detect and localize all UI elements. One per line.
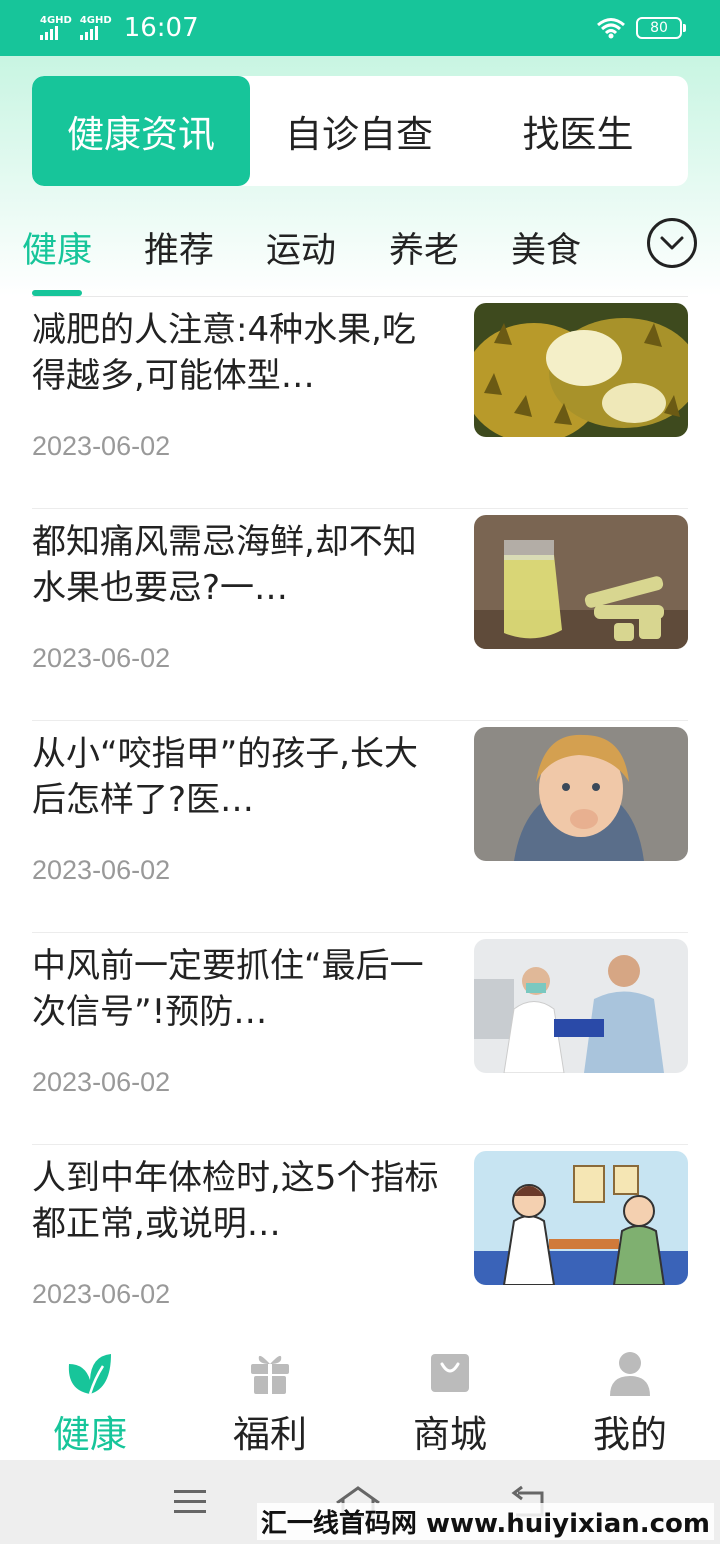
news-item[interactable]: 都知痛风需忌海鲜,却不知水果也要忌?一… 2023-06-02 bbox=[32, 509, 688, 721]
news-title: 都知痛风需忌海鲜,却不知水果也要忌?一… bbox=[32, 522, 417, 608]
signal-icon: 4GHD bbox=[40, 16, 72, 40]
news-date: 2023-06-02 bbox=[32, 855, 171, 885]
tab-find-doctor[interactable]: 找医生 bbox=[468, 76, 688, 186]
nav-label: 商城 bbox=[413, 1413, 487, 1456]
sugarcane-juice-photo bbox=[474, 515, 688, 649]
menu-icon[interactable] bbox=[172, 1487, 208, 1517]
shopping-bag-icon bbox=[431, 1354, 469, 1392]
user-icon bbox=[610, 1352, 650, 1396]
nav-item-mall[interactable]: 商城 bbox=[360, 1340, 540, 1460]
signal-icon: 4GHD bbox=[79, 16, 112, 40]
tab-self-check[interactable]: 自诊自查 bbox=[250, 76, 468, 186]
news-title: 从小“咬指甲”的孩子,长大后怎样了?医… bbox=[32, 734, 419, 820]
news-item[interactable]: 中风前一定要抓住“最后一次信号”!预防… 2023-06-02 bbox=[32, 933, 688, 1145]
nav-label: 我的 bbox=[593, 1413, 667, 1456]
leaf-icon bbox=[68, 1354, 111, 1395]
status-bar: 4GHD 4GHD 16:07 80 bbox=[0, 0, 720, 56]
expand-categories-button[interactable] bbox=[647, 218, 697, 268]
category-tab-food[interactable]: 美食 bbox=[511, 222, 581, 273]
nav-item-mine[interactable]: 我的 bbox=[540, 1340, 720, 1460]
doctor-patient-photo bbox=[474, 939, 688, 1073]
news-item[interactable]: 从小“咬指甲”的孩子,长大后怎样了?医… 2023-06-02 bbox=[32, 721, 688, 933]
news-item[interactable]: 人到中年体检时,这5个指标都正常,或说明… 2023-06-02 bbox=[32, 1145, 688, 1357]
durian-photo bbox=[474, 303, 688, 437]
news-title: 中风前一定要抓住“最后一次信号”!预防… bbox=[32, 946, 424, 1032]
news-date: 2023-06-02 bbox=[32, 1067, 171, 1097]
nav-label: 福利 bbox=[233, 1413, 307, 1456]
battery-icon: 80 bbox=[636, 17, 686, 39]
category-tabs: 健康 推荐 运动 养老 美食 bbox=[0, 210, 720, 296]
watermark: 汇一线首码网 www.huiyixian.com bbox=[256, 1503, 714, 1540]
status-time: 16:07 bbox=[123, 13, 199, 43]
nurse-elderly-illustration bbox=[474, 1151, 688, 1285]
category-tab-recommend[interactable]: 推荐 bbox=[144, 222, 214, 273]
nav-item-welfare[interactable]: 福利 bbox=[180, 1340, 360, 1460]
news-title: 减肥的人注意:4种水果,吃得越多,可能体型… bbox=[32, 310, 416, 396]
category-tab-health[interactable]: 健康 bbox=[22, 222, 92, 273]
news-date: 2023-06-02 bbox=[32, 643, 171, 673]
news-title: 人到中年体检时,这5个指标都正常,或说明… bbox=[32, 1158, 439, 1244]
category-tab-elderly[interactable]: 养老 bbox=[389, 222, 459, 273]
child-biting-nails-photo bbox=[474, 727, 688, 861]
nav-item-health[interactable]: 健康 bbox=[0, 1340, 180, 1460]
news-item[interactable]: 减肥的人注意:4种水果,吃得越多,可能体型… 2023-06-02 bbox=[32, 297, 688, 509]
nav-label: 健康 bbox=[53, 1413, 127, 1456]
segment-tabs: 健康资讯 自诊自查 找医生 bbox=[32, 76, 688, 186]
bottom-nav: 健康 福利 商城 我的 bbox=[0, 1340, 720, 1460]
news-date: 2023-06-02 bbox=[32, 431, 171, 461]
news-list: 减肥的人注意:4种水果,吃得越多,可能体型… 2023-06-02 都知痛风需忌… bbox=[0, 297, 720, 1357]
chevron-down-icon bbox=[660, 236, 684, 250]
wifi-icon bbox=[597, 18, 625, 39]
news-date: 2023-06-02 bbox=[32, 1279, 171, 1309]
category-tab-sports[interactable]: 运动 bbox=[266, 222, 336, 273]
gift-icon bbox=[251, 1355, 289, 1394]
tab-health-news[interactable]: 健康资讯 bbox=[32, 76, 250, 186]
